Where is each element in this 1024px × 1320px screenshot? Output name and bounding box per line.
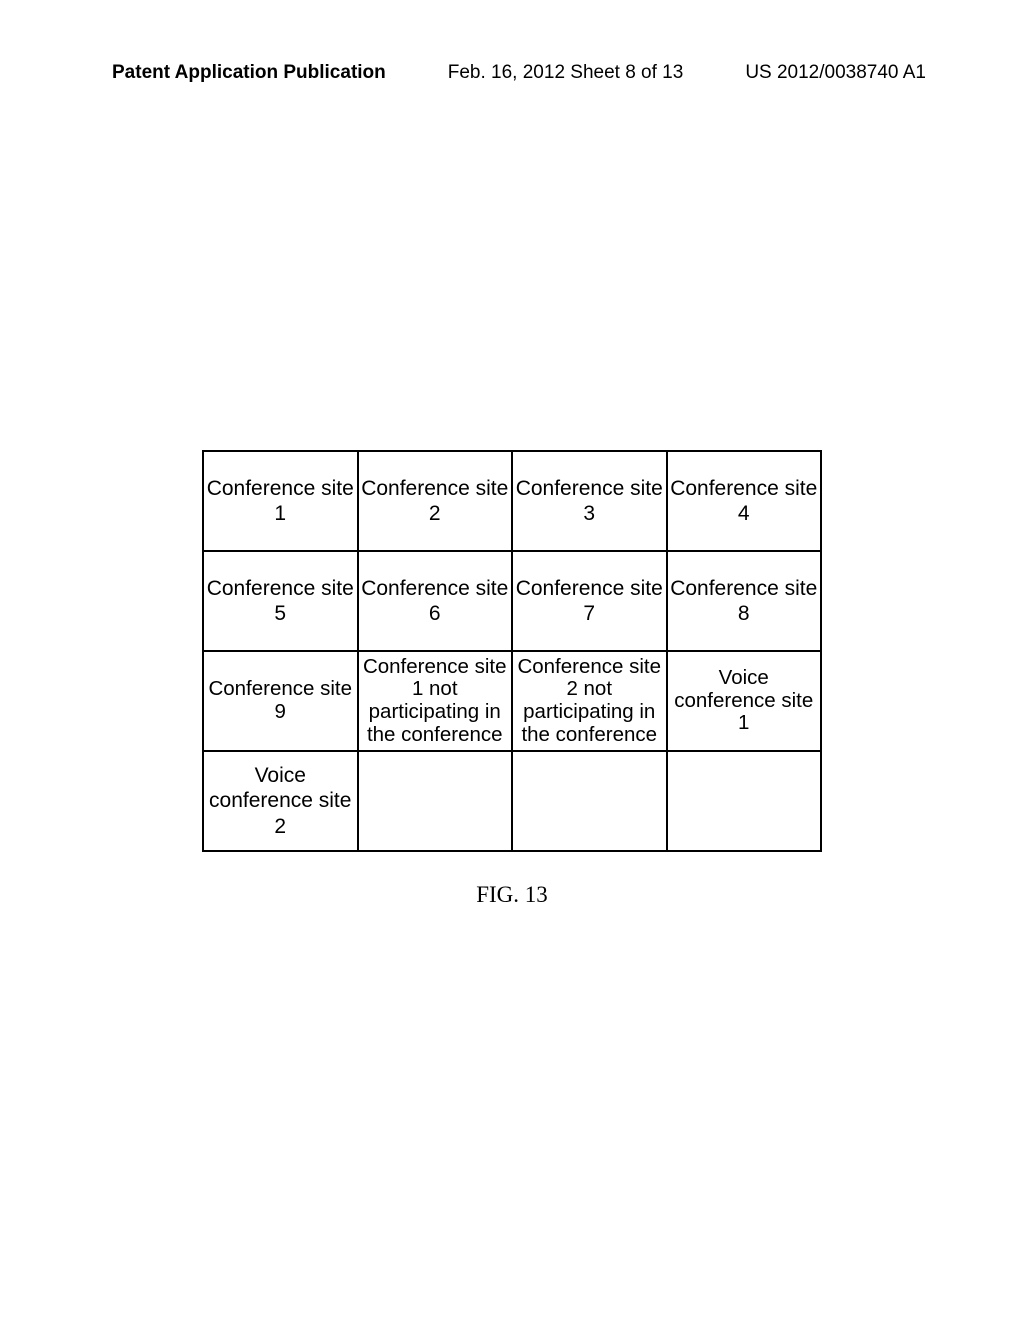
table-row: Conference site 5 Conference site 6 Conf… xyxy=(203,551,821,651)
grid-cell xyxy=(512,751,667,851)
grid-cell: Voice conference site 2 xyxy=(203,751,358,851)
grid-cell: Conference site 1 not participating in t… xyxy=(358,651,513,751)
grid-cell: Conference site 8 xyxy=(667,551,822,651)
grid-cell: Conference site 1 xyxy=(203,451,358,551)
grid-cell: Conference site 9 xyxy=(203,651,358,751)
grid-cell: Conference site 2 xyxy=(358,451,513,551)
grid-cell xyxy=(358,751,513,851)
grid-cell: Conference site 7 xyxy=(512,551,667,651)
grid-cell: Conference site 5 xyxy=(203,551,358,651)
grid-cell xyxy=(667,751,822,851)
conference-grid-table: Conference site 1 Conference site 2 Conf… xyxy=(202,450,822,852)
grid-cell: Conference site 4 xyxy=(667,451,822,551)
grid-cell: Conference site 6 xyxy=(358,551,513,651)
header-publication-label: Patent Application Publication xyxy=(112,62,386,84)
table-row: Conference site 1 Conference site 2 Conf… xyxy=(203,451,821,551)
header-publication-number: US 2012/0038740 A1 xyxy=(745,62,926,84)
figure-caption: FIG. 13 xyxy=(476,882,548,908)
table-row: Conference site 9 Conference site 1 not … xyxy=(203,651,821,751)
grid-cell: Conference site 2 not participating in t… xyxy=(512,651,667,751)
grid-cell: Conference site 3 xyxy=(512,451,667,551)
header-date-sheet: Feb. 16, 2012 Sheet 8 of 13 xyxy=(448,62,684,84)
figure-area: Conference site 1 Conference site 2 Conf… xyxy=(0,450,1024,908)
grid-cell: Voice conference site 1 xyxy=(667,651,822,751)
page-header: Patent Application Publication Feb. 16, … xyxy=(0,0,1024,84)
table-row: Voice conference site 2 xyxy=(203,751,821,851)
